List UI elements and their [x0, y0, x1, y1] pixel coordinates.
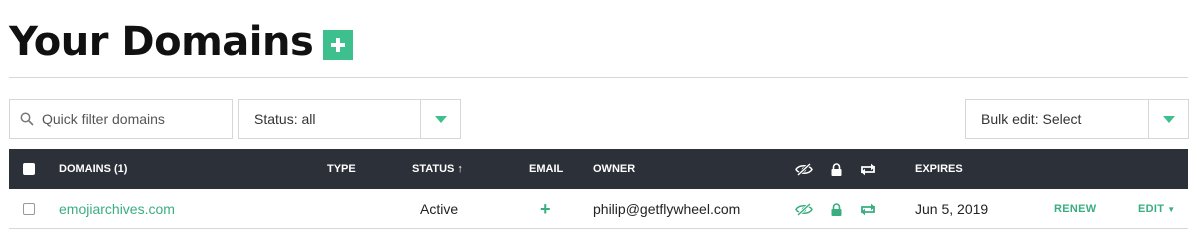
- bulk-edit-select[interactable]: Bulk edit: Select: [965, 99, 1189, 139]
- row-select-checkbox[interactable]: [23, 189, 35, 229]
- bulk-edit-value: Bulk edit: Select: [981, 111, 1082, 127]
- page-header: Your Domains: [9, 14, 354, 70]
- renew-button[interactable]: RENEW: [1054, 189, 1096, 229]
- add-domain-button[interactable]: [323, 30, 354, 60]
- lock-status[interactable]: [831, 189, 842, 229]
- column-header-expires[interactable]: EXPIRES: [915, 149, 963, 189]
- quick-filter-input[interactable]: [42, 111, 222, 127]
- caret-down-icon: [434, 115, 447, 123]
- column-header-autorenew[interactable]: [859, 149, 877, 189]
- lock-icon: [831, 202, 842, 216]
- column-header-type[interactable]: TYPE: [327, 149, 356, 189]
- column-header-owner[interactable]: OWNER: [593, 149, 635, 189]
- column-header-privacy[interactable]: [795, 149, 813, 189]
- eye-slash-icon: [795, 202, 813, 216]
- caret-down-icon: [1162, 115, 1175, 123]
- select-all-checkbox[interactable]: [23, 149, 35, 189]
- domain-expires: Jun 5, 2019: [915, 201, 989, 217]
- status-filter-select[interactable]: Status: all: [238, 99, 461, 139]
- plus-icon: [331, 38, 346, 52]
- quick-filter-box[interactable]: [9, 99, 233, 139]
- lock-icon: [831, 162, 842, 176]
- add-email-button[interactable]: +: [540, 189, 551, 229]
- column-header-email[interactable]: EMAIL: [529, 149, 563, 189]
- domain-owner: philip@getflywheel.com: [593, 201, 741, 217]
- caret-down-icon: ▼: [1167, 204, 1176, 214]
- autorenew-icon: [861, 163, 875, 175]
- domains-table-header: DOMAINS (1) TYPE STATUS ↑ EMAIL OWNER EX…: [9, 149, 1188, 189]
- bulk-edit-dropdown-toggle[interactable]: [1148, 100, 1188, 138]
- domain-link[interactable]: emojiarchives.com: [59, 189, 175, 229]
- status-filter-value: Status: all: [254, 111, 316, 127]
- page-title: Your Domains: [9, 19, 314, 65]
- title-divider: [9, 77, 1188, 78]
- search-icon: [20, 112, 34, 126]
- column-header-domains[interactable]: DOMAINS (1): [59, 149, 127, 189]
- edit-label: EDIT: [1138, 203, 1165, 215]
- domain-status: Active: [420, 201, 459, 217]
- table-row: emojiarchives.com Active + philip@getfly…: [9, 189, 1188, 229]
- privacy-status[interactable]: [795, 189, 813, 229]
- autorenew-status[interactable]: [859, 189, 877, 229]
- column-header-lock[interactable]: [831, 149, 842, 189]
- status-filter-dropdown-toggle[interactable]: [420, 100, 460, 138]
- column-header-status[interactable]: STATUS ↑: [412, 149, 463, 189]
- eye-slash-icon: [795, 162, 813, 176]
- autorenew-icon: [861, 203, 875, 215]
- edit-dropdown[interactable]: EDIT ▼: [1138, 189, 1175, 229]
